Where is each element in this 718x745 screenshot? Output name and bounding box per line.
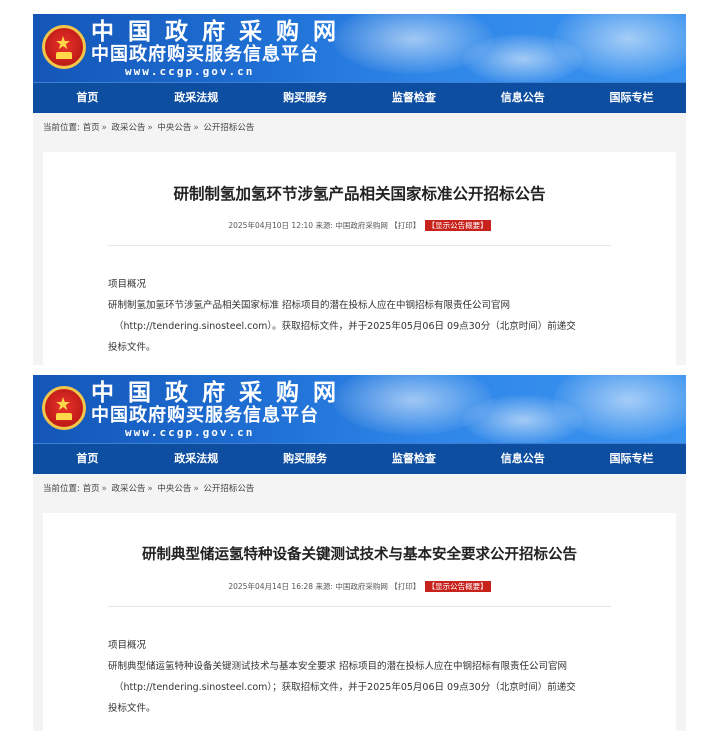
section-heading: 项目概况	[108, 640, 147, 651]
breadcrumb: 当前位置: 首页» 政采公告» 中央公告» 公开招标公告	[43, 484, 255, 494]
breadcrumb-home[interactable]: 首页	[83, 484, 100, 494]
site-logo-subtitle: 中国政府购买服务信息平台	[91, 405, 319, 426]
notice-body: 项目概况 研制制氢加氢环节涉氢产品相关国家标准 招标项目的潜在投标人应在中钢招标…	[108, 274, 621, 358]
screenshot-2: ★ 中国政府采购网 中国政府购买服务信息平台 www.ccgp.gov.cn 首…	[33, 375, 686, 731]
breadcrumb-label: 当前位置:	[43, 123, 80, 133]
nav-regulations[interactable]: 政采法规	[142, 83, 251, 113]
notice-title: 研制制氢加氢环节涉氢产品相关国家标准公开招标公告	[173, 185, 546, 203]
notice-panel: 研制制氢加氢环节涉氢产品相关国家标准公开招标公告 2025年04月10日 12:…	[43, 152, 676, 365]
national-emblem-icon[interactable]: ★	[42, 386, 86, 430]
nav-supervision[interactable]: 监督检查	[359, 444, 468, 474]
main-nav: 首页 政采法规 购买服务 监督检查 信息公告 国际专栏	[33, 82, 686, 113]
notice-source: 来源: 中国政府采购网	[315, 582, 388, 591]
main-nav: 首页 政采法规 购买服务 监督检查 信息公告 国际专栏	[33, 443, 686, 474]
body-line-2: （http://tendering.sinosteel.com）。获取招标文件，…	[114, 321, 576, 332]
body-line-1: 研制制氢加氢环节涉氢产品相关国家标准 招标项目的潜在投标人应在中钢招标有限责任公…	[108, 300, 511, 311]
print-link[interactable]: 【打印】	[390, 582, 420, 591]
breadcrumb-label: 当前位置:	[43, 484, 80, 494]
notice-panel: 研制典型储运氢特种设备关键测试技术与基本安全要求公开招标公告 2025年04月1…	[43, 513, 676, 731]
nav-purchase-services[interactable]: 购买服务	[251, 83, 360, 113]
nav-international[interactable]: 国际专栏	[577, 83, 686, 113]
body-line-3: 投标文件。	[108, 703, 156, 714]
nav-announcements[interactable]: 信息公告	[468, 444, 577, 474]
site-logo-title[interactable]: 中国政府采购网	[91, 19, 350, 45]
show-summary-button[interactable]: 【显示公告概要】	[424, 220, 491, 231]
show-summary-button[interactable]: 【显示公告概要】	[424, 581, 491, 592]
notice-datetime: 2025年04月14日 16:28	[228, 582, 314, 591]
site-logo-subtitle: 中国政府购买服务信息平台	[91, 44, 319, 65]
nav-announcements[interactable]: 信息公告	[468, 83, 577, 113]
breadcrumb-notices[interactable]: 政采公告	[112, 123, 146, 133]
body-line-1: 研制典型储运氢特种设备关键测试技术与基本安全要求 招标项目的潜在投标人应在中钢招…	[108, 661, 568, 672]
nav-international[interactable]: 国际专栏	[577, 444, 686, 474]
nav-home[interactable]: 首页	[33, 444, 142, 474]
national-emblem-icon[interactable]: ★	[42, 25, 86, 69]
site-banner: ★ 中国政府采购网 中国政府购买服务信息平台 www.ccgp.gov.cn	[33, 375, 686, 443]
notice-source: 来源: 中国政府采购网	[315, 221, 388, 230]
breadcrumb-home[interactable]: 首页	[83, 123, 100, 133]
breadcrumb-tender[interactable]: 公开招标公告	[203, 123, 254, 133]
breadcrumb-notices[interactable]: 政采公告	[112, 484, 146, 494]
site-logo-url: www.ccgp.gov.cn	[125, 426, 255, 439]
print-link[interactable]: 【打印】	[390, 221, 420, 230]
breadcrumb-tender[interactable]: 公开招标公告	[203, 484, 254, 494]
body-line-3: 投标文件。	[108, 342, 156, 353]
notice-meta: 2025年04月10日 12:10 来源: 中国政府采购网 【打印】 【显示公告…	[43, 220, 676, 231]
site-logo-url: www.ccgp.gov.cn	[125, 65, 255, 78]
nav-purchase-services[interactable]: 购买服务	[251, 444, 360, 474]
breadcrumb-central[interactable]: 中央公告	[157, 484, 191, 494]
notice-datetime: 2025年04月10日 12:10	[228, 221, 314, 230]
nav-regulations[interactable]: 政采法规	[142, 444, 251, 474]
notice-body: 项目概况 研制典型储运氢特种设备关键测试技术与基本安全要求 招标项目的潜在投标人…	[108, 635, 621, 719]
screenshot-1: ★ 中国政府采购网 中国政府购买服务信息平台 www.ccgp.gov.cn 首…	[33, 14, 686, 365]
breadcrumb: 当前位置: 首页» 政采公告» 中央公告» 公开招标公告	[43, 123, 255, 133]
notice-meta: 2025年04月14日 16:28 来源: 中国政府采购网 【打印】 【显示公告…	[43, 581, 676, 592]
breadcrumb-central[interactable]: 中央公告	[157, 123, 191, 133]
divider	[108, 245, 611, 246]
site-banner: ★ 中国政府采购网 中国政府购买服务信息平台 www.ccgp.gov.cn	[33, 14, 686, 82]
nav-supervision[interactable]: 监督检查	[359, 83, 468, 113]
section-heading: 项目概况	[108, 279, 147, 290]
nav-home[interactable]: 首页	[33, 83, 142, 113]
body-line-2: （http://tendering.sinosteel.com）；获取招标文件，…	[114, 682, 576, 693]
site-logo-title[interactable]: 中国政府采购网	[91, 380, 350, 406]
divider	[108, 606, 611, 607]
notice-title: 研制典型储运氢特种设备关键测试技术与基本安全要求公开招标公告	[142, 547, 577, 563]
